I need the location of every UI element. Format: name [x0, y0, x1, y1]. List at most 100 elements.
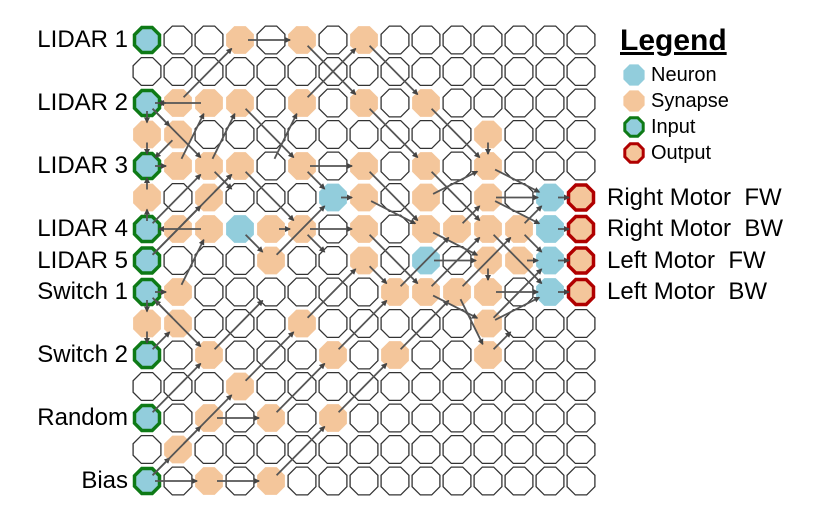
output-label: Right Motor BW: [607, 215, 784, 242]
empty-cell: [349, 466, 379, 496]
empty-cell: [535, 56, 565, 87]
empty-cell: [411, 434, 441, 465]
empty-cell: [566, 25, 596, 55]
empty-cell: [318, 25, 348, 55]
empty-cell: [318, 434, 348, 465]
empty-cell: [256, 88, 286, 118]
empty-cell: [349, 56, 379, 87]
empty-cell: [473, 56, 503, 87]
input-label: Random: [37, 404, 128, 431]
empty-cell: [318, 466, 348, 496]
empty-cell: [163, 25, 193, 55]
empty-cell: [473, 25, 503, 55]
input-icon: [623, 116, 645, 138]
empty-cell: [349, 403, 379, 433]
input-label: Switch 2: [37, 341, 128, 368]
legend-item: Input: [620, 114, 729, 140]
empty-cell: [473, 403, 503, 433]
input-label: LIDAR 4: [37, 215, 128, 242]
empty-cell: [380, 88, 410, 118]
empty-cell: [442, 151, 472, 181]
empty-cell: [566, 434, 596, 465]
empty-cell: [194, 434, 224, 465]
empty-cell: [473, 434, 503, 465]
empty-cell: [535, 371, 565, 402]
empty-cell: [194, 371, 224, 402]
legend-title: Legend: [620, 24, 727, 57]
empty-cell: [504, 56, 534, 87]
synapse-node: [164, 278, 192, 306]
empty-cell: [535, 403, 565, 433]
input-label: LIDAR 3: [37, 152, 128, 179]
empty-cell: [504, 119, 534, 150]
empty-cell: [287, 277, 317, 307]
output-label: Left Motor FW: [607, 246, 766, 274]
empty-cell: [256, 371, 286, 402]
empty-cell: [380, 434, 410, 465]
empty-cell: [504, 151, 534, 181]
empty-cell: [225, 434, 255, 465]
empty-cell: [256, 56, 286, 87]
output-node: [566, 183, 596, 212]
output-icon: [623, 142, 645, 164]
empty-cell: [287, 466, 317, 496]
input-label: LIDAR 5: [37, 246, 128, 274]
empty-cell: [566, 151, 596, 181]
empty-cell: [535, 340, 565, 370]
empty-cell: [349, 119, 379, 150]
empty-cell: [194, 277, 224, 307]
empty-cell: [473, 371, 503, 402]
empty-cell: [566, 308, 596, 339]
empty-cell: [194, 308, 224, 339]
empty-cell: [535, 466, 565, 496]
empty-cell: [318, 119, 348, 150]
output-label: Left Motor BW: [607, 278, 768, 305]
empty-cell: [535, 25, 565, 55]
empty-cell: [566, 403, 596, 433]
synapse-node: [350, 183, 378, 212]
empty-cell: [380, 403, 410, 433]
legend-label: Synapse: [651, 89, 729, 112]
empty-cell: [287, 403, 317, 433]
empty-cell: [380, 214, 410, 244]
output-node: [566, 214, 596, 244]
empty-cell: [535, 119, 565, 150]
empty-cell: [504, 371, 534, 402]
empty-cell: [380, 371, 410, 402]
empty-cell: [504, 25, 534, 55]
empty-cell: [504, 340, 534, 370]
synapse-node: [412, 183, 440, 212]
empty-cell: [163, 403, 193, 433]
empty-cell: [411, 403, 441, 433]
empty-cell: [349, 340, 379, 370]
legend: Legend Neuron Synapse Input Output: [620, 26, 729, 166]
empty-cell: [318, 308, 348, 339]
empty-cell: [287, 340, 317, 370]
synapse-icon: [623, 90, 645, 112]
empty-cell: [442, 56, 472, 87]
empty-cell: [225, 340, 255, 370]
empty-cell: [442, 403, 472, 433]
empty-cell: [287, 182, 317, 213]
legend-item: Synapse: [620, 88, 729, 114]
empty-cell: [566, 119, 596, 150]
empty-cell: [566, 340, 596, 370]
empty-cell: [442, 466, 472, 496]
empty-cell: [132, 56, 162, 87]
empty-cell: [566, 466, 596, 496]
empty-cell: [380, 308, 410, 339]
empty-cell: [380, 466, 410, 496]
legend-label: Output: [651, 141, 712, 164]
empty-cell: [287, 245, 317, 276]
empty-cell: [256, 434, 286, 465]
input-label: Bias: [81, 467, 128, 494]
empty-cell: [225, 277, 255, 307]
output-node: [566, 246, 596, 275]
output-node: [566, 277, 596, 307]
empty-cell: [380, 151, 410, 181]
empty-cell: [442, 434, 472, 465]
input-node: [132, 25, 162, 55]
empty-cell: [535, 308, 565, 339]
input-label: LIDAR 2: [37, 89, 128, 116]
empty-cell: [411, 340, 441, 370]
